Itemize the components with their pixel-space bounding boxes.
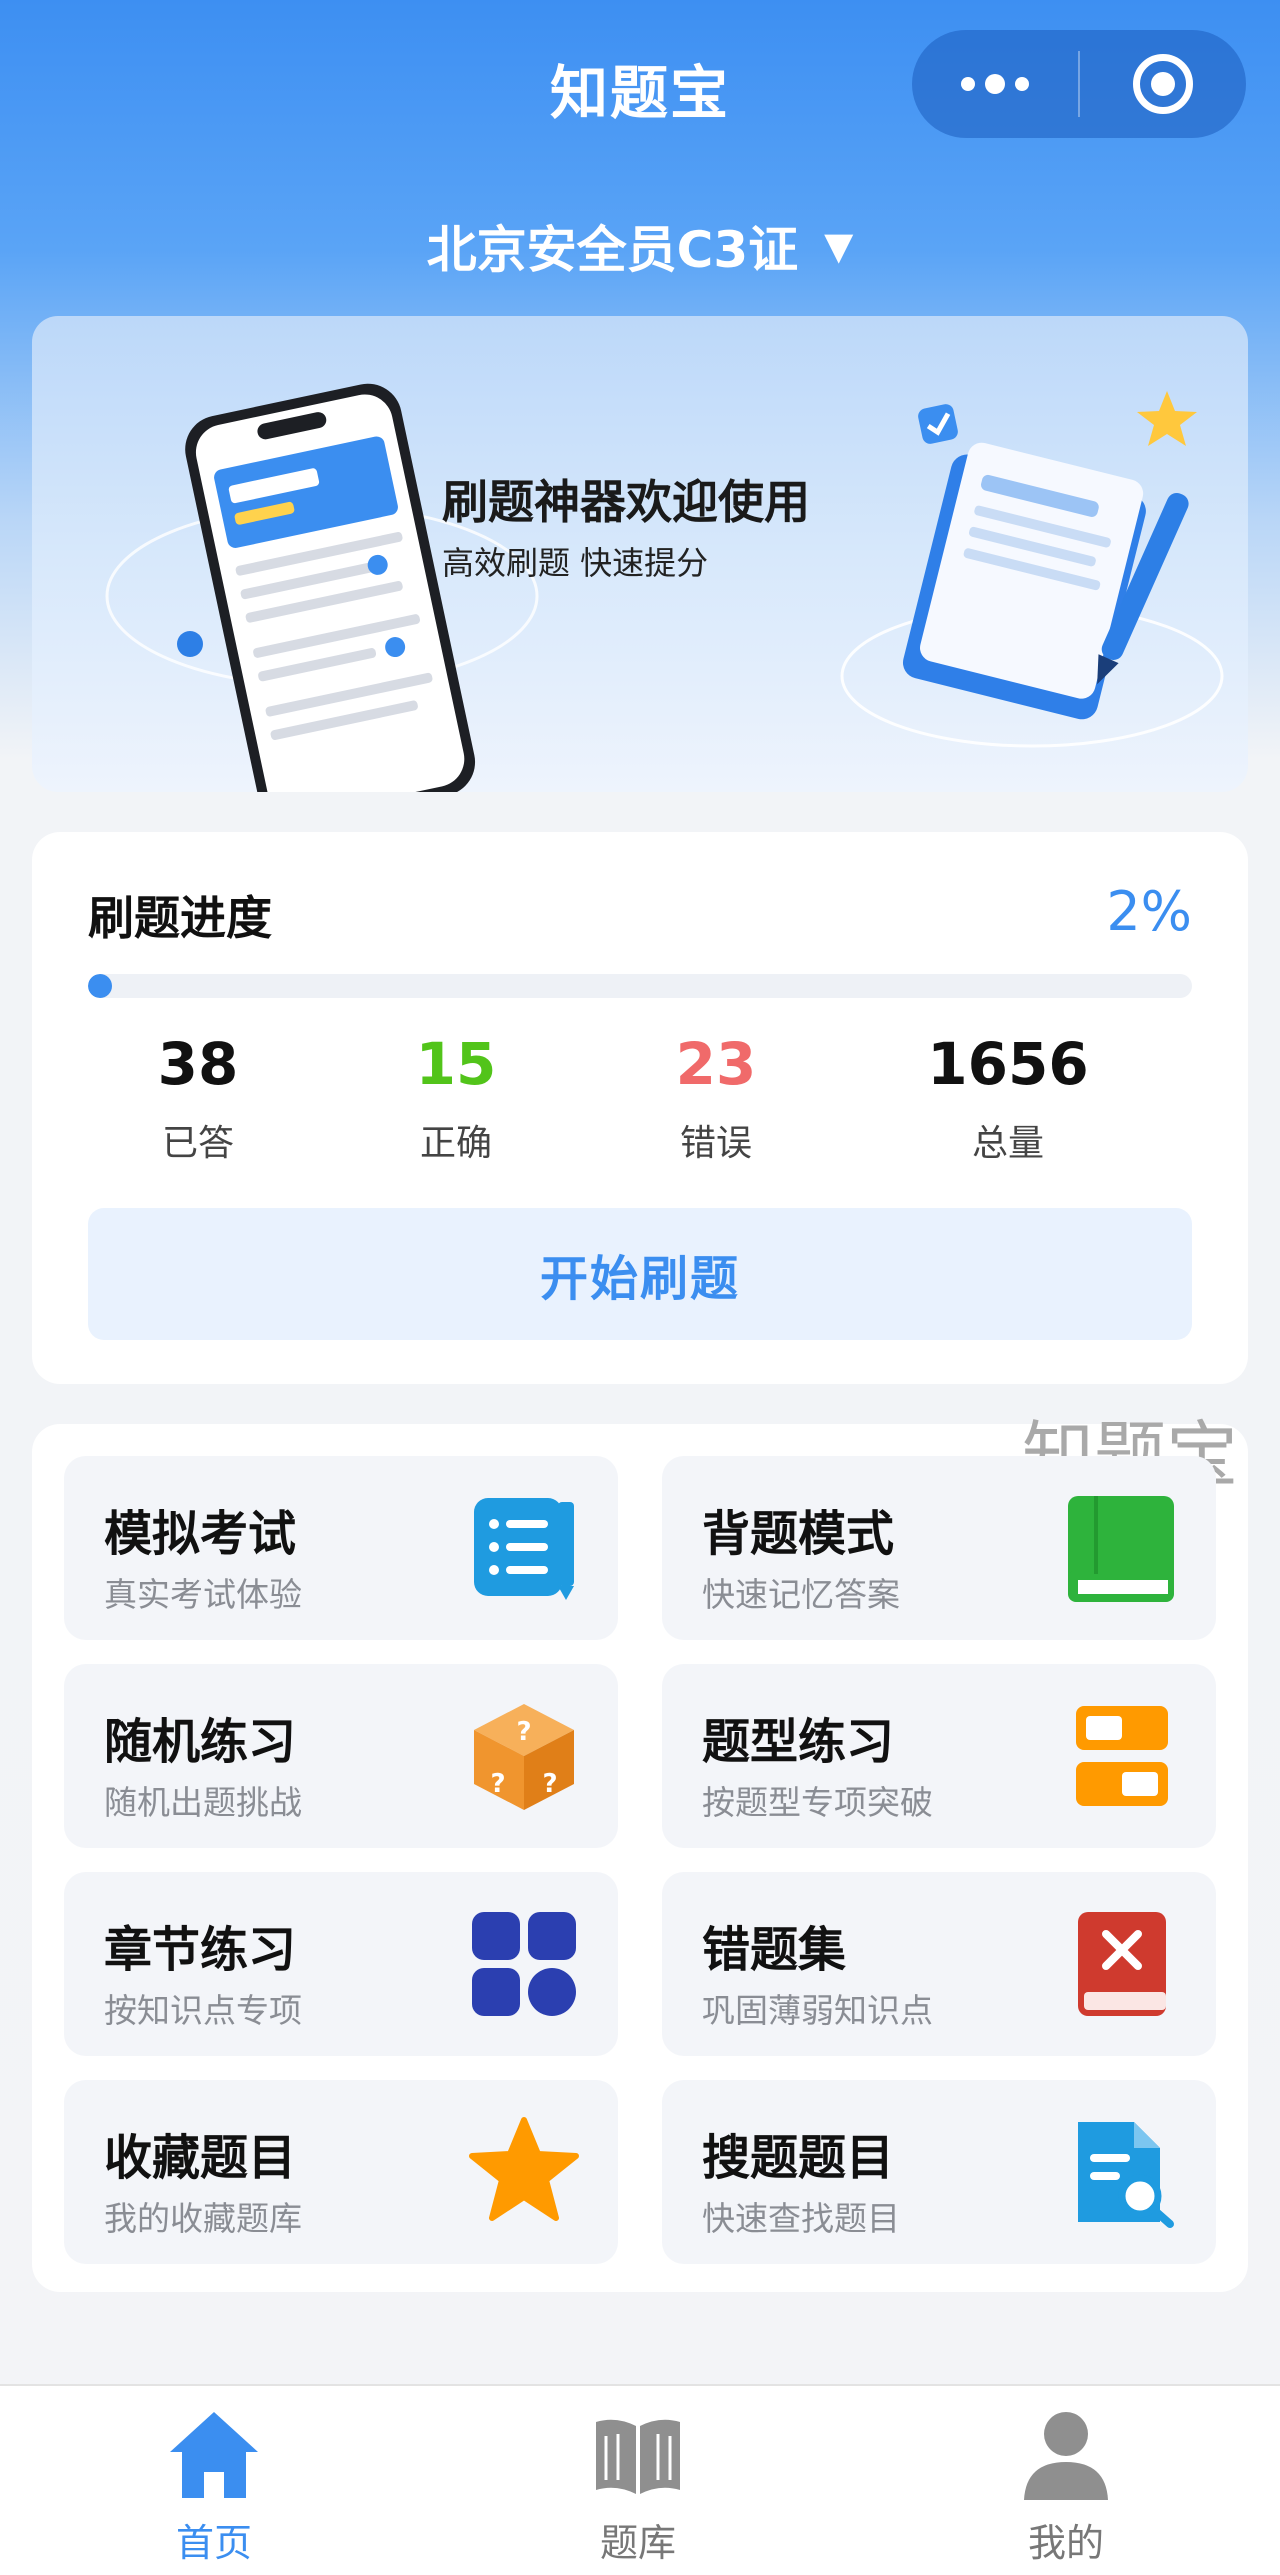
favorites-tile[interactable]: 收藏题目 我的收藏题库 (64, 2080, 618, 2264)
exam-selector[interactable]: 北京安全员C3证 ▼ (0, 210, 1280, 282)
tile-subtitle: 我的收藏题库 (104, 2199, 302, 2238)
miniprogram-capsule (912, 30, 1246, 138)
tile-title: 背题模式 (702, 1506, 895, 1562)
tile-subtitle: 快速查找题目 (702, 2199, 900, 2238)
top-bar: 知题宝 (0, 0, 1280, 170)
tab-label: 首页 (175, 2521, 252, 2565)
tile-title: 章节练习 (104, 1922, 297, 1978)
user-icon (1024, 2412, 1108, 2500)
tab-mine[interactable]: 我的 (936, 2406, 1196, 2567)
stat-label: 已答 (161, 1123, 234, 1164)
green-book-icon (1068, 1496, 1174, 1602)
tab-home[interactable]: 首页 (84, 2406, 344, 2567)
tile-subtitle: 真实考试体验 (104, 1575, 302, 1614)
home-icon (170, 2412, 258, 2498)
progress-percent: 2% (1106, 880, 1192, 943)
stat-total: 1656 总量 (898, 1030, 1118, 1166)
stat-label: 错误 (679, 1123, 752, 1164)
close-miniprogram-button[interactable] (1080, 30, 1246, 138)
banner-subtitle: 高效刷题 快速提分 (442, 544, 709, 582)
list-document-icon (474, 1498, 574, 1600)
more-menu-button[interactable] (912, 30, 1078, 138)
stat-value: 1656 (927, 1030, 1089, 1098)
progress-bar (88, 974, 1192, 998)
svg-text:?: ? (490, 1769, 505, 1799)
phone-illustration-icon (185, 383, 476, 792)
banner-title: 刷题神器欢迎使用 (442, 475, 810, 529)
wrong-book-icon (1078, 1912, 1166, 2016)
book-pen-illustration-icon (840, 391, 1224, 748)
exam-selector-label: 北京安全员C3证 (426, 221, 799, 279)
tile-title: 收藏题目 (104, 2130, 297, 2186)
grid-apps-icon (472, 1912, 576, 2016)
tile-title: 错题集 (702, 1922, 847, 1978)
stat-value: 23 (675, 1030, 757, 1098)
target-circle-icon (1133, 54, 1193, 114)
tile-subtitle: 随机出题挑战 (104, 1783, 302, 1822)
search-questions-tile[interactable]: 搜题题目 快速查找题目 (662, 2080, 1216, 2264)
tile-title: 随机练习 (104, 1714, 297, 1770)
toggle-blocks-icon (1076, 1706, 1168, 1806)
open-book-icon (596, 2419, 680, 2494)
start-practice-button[interactable]: 开始刷题 (88, 1208, 1192, 1340)
tile-title: 搜题题目 (702, 2130, 895, 2186)
chapter-practice-tile[interactable]: 章节练习 按知识点专项 (64, 1872, 618, 2056)
tile-title: 模拟考试 (104, 1506, 297, 1562)
memorize-mode-tile[interactable]: 背题模式 快速记忆答案 (662, 1456, 1216, 1640)
search-document-icon (1078, 2122, 1174, 2228)
bottom-tab-bar: 首页 题库 我的 (0, 2384, 1280, 2575)
progress-stats: 38 已答 15 正确 23 错误 1656 总量 (88, 1030, 1192, 1170)
stat-answered: 38 已答 (88, 1030, 308, 1166)
stat-value: 38 (157, 1030, 239, 1098)
stat-wrong: 23 错误 (606, 1030, 826, 1166)
promo-banner[interactable]: 刷题神器欢迎使用 高效刷题 快速提分 (32, 316, 1248, 792)
tile-title: 题型练习 (702, 1714, 895, 1770)
question-type-practice-tile[interactable]: 题型练习 按题型专项突破 (662, 1664, 1216, 1848)
progress-bar-fill (88, 974, 113, 998)
more-dots-icon (961, 74, 1029, 94)
tile-subtitle: 按题型专项突破 (702, 1783, 933, 1822)
tile-subtitle: 快速记忆答案 (702, 1575, 900, 1614)
stat-label: 正确 (419, 1123, 492, 1164)
svg-text:?: ? (542, 1769, 557, 1799)
mock-exam-tile[interactable]: 模拟考试 真实考试体验 (64, 1456, 618, 1640)
stat-value: 15 (415, 1030, 497, 1098)
progress-card: 刷题进度 2% 38 已答 15 正确 23 错误 1656 总量 开始刷题 (32, 832, 1248, 1384)
tab-question-bank[interactable]: 题库 (508, 2406, 768, 2567)
stat-correct: 15 正确 (346, 1030, 566, 1166)
tab-label: 我的 (1027, 2521, 1104, 2565)
tab-label: 题库 (599, 2521, 676, 2565)
svg-text:?: ? (516, 1717, 531, 1747)
caret-down-icon: ▼ (824, 224, 854, 268)
random-practice-tile[interactable]: 随机练习 随机出题挑战 ? ? ? (64, 1664, 618, 1848)
tile-subtitle: 按知识点专项 (104, 1991, 302, 2030)
dice-icon: ? ? ? (474, 1704, 574, 1810)
progress-label: 刷题进度 (88, 891, 272, 945)
stat-label: 总量 (971, 1123, 1044, 1164)
star-icon (469, 2117, 579, 2221)
wrong-questions-tile[interactable]: 错题集 巩固薄弱知识点 (662, 1872, 1216, 2056)
tile-subtitle: 巩固薄弱知识点 (702, 1991, 933, 2030)
